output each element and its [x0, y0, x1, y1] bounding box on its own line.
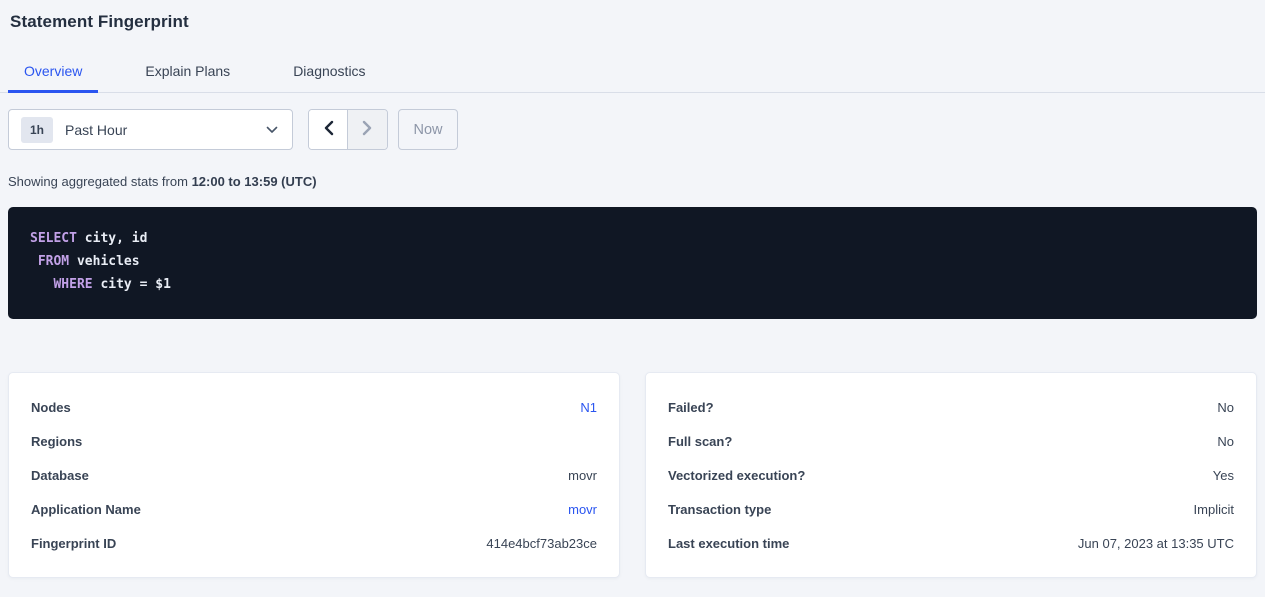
full-scan-value: No — [1217, 434, 1234, 449]
sql-keyword: SELECT — [30, 231, 77, 246]
stats-line-prefix: Showing aggregated stats from — [8, 174, 192, 189]
chevron-down-icon — [266, 126, 278, 134]
tab-bar: Overview Explain Plans Diagnostics — [0, 55, 1265, 93]
page-title: Statement Fingerprint — [10, 11, 1265, 33]
sql-keyword: FROM — [38, 254, 69, 269]
last-execution-time-value: Jun 07, 2023 at 13:35 UTC — [1078, 536, 1234, 551]
table-row: Transaction type Implicit — [668, 492, 1234, 526]
now-button[interactable]: Now — [398, 109, 458, 150]
tab-overview[interactable]: Overview — [8, 55, 98, 93]
application-name-label: Application Name — [31, 502, 141, 517]
regions-label: Regions — [31, 434, 82, 449]
time-range-label: Past Hour — [65, 122, 127, 138]
sql-line: SELECT city, id — [30, 227, 1235, 250]
table-row: Database movr — [31, 458, 597, 492]
tab-explain-plans[interactable]: Explain Plans — [129, 55, 246, 93]
sql-text: vehicles — [69, 254, 139, 269]
sql-text: city, id — [77, 231, 147, 246]
vectorized-execution-label: Vectorized execution? — [668, 468, 805, 483]
table-row: Application Name movr — [31, 492, 597, 526]
table-row: Full scan? No — [668, 424, 1234, 458]
summary-card-right: Failed? No Full scan? No Vectorized exec… — [645, 372, 1257, 578]
table-row: Nodes N1 — [31, 390, 597, 424]
sql-text: city = $1 — [93, 277, 171, 292]
stats-time-range: 12:00 to 13:59 (UTC) — [192, 174, 317, 189]
time-step-group — [308, 109, 388, 150]
failed-value: No — [1217, 400, 1234, 415]
sql-statement-box: SELECT city, id FROM vehicles WHERE city… — [8, 207, 1257, 319]
aggregated-stats-line: Showing aggregated stats from 12:00 to 1… — [8, 174, 1265, 190]
time-interval-badge: 1h — [21, 117, 53, 143]
table-row: Failed? No — [668, 390, 1234, 424]
sql-line: FROM vehicles — [30, 250, 1235, 273]
sql-line: WHERE city = $1 — [30, 273, 1235, 296]
time-controls: 1h Past Hour Now — [8, 109, 1265, 150]
application-name-link[interactable]: movr — [568, 502, 597, 517]
fingerprint-id-label: Fingerprint ID — [31, 536, 116, 551]
table-row: Regions — [31, 424, 597, 458]
nodes-label: Nodes — [31, 400, 71, 415]
summary-card-left: Nodes N1 Regions Database movr Applicati… — [8, 372, 620, 578]
database-label: Database — [31, 468, 89, 483]
chevron-right-icon — [362, 120, 373, 139]
chevron-left-icon — [323, 120, 334, 139]
prev-time-button[interactable] — [309, 110, 348, 149]
next-time-button[interactable] — [348, 110, 387, 149]
table-row: Vectorized execution? Yes — [668, 458, 1234, 492]
last-execution-time-label: Last execution time — [668, 536, 789, 551]
table-row: Last execution time Jun 07, 2023 at 13:3… — [668, 526, 1234, 560]
statement-fingerprint-page: Statement Fingerprint Overview Explain P… — [0, 11, 1265, 597]
summary-cards: Nodes N1 Regions Database movr Applicati… — [8, 372, 1257, 578]
table-row: Fingerprint ID 414e4bcf73ab23ce — [31, 526, 597, 560]
vectorized-execution-value: Yes — [1213, 468, 1234, 483]
tab-diagnostics[interactable]: Diagnostics — [277, 55, 381, 93]
nodes-value-link[interactable]: N1 — [580, 400, 597, 415]
transaction-type-label: Transaction type — [668, 502, 771, 517]
fingerprint-id-value: 414e4bcf73ab23ce — [486, 536, 597, 551]
failed-label: Failed? — [668, 400, 714, 415]
time-range-dropdown[interactable]: 1h Past Hour — [8, 109, 293, 150]
full-scan-label: Full scan? — [668, 434, 732, 449]
sql-keyword: WHERE — [53, 277, 92, 292]
transaction-type-value: Implicit — [1194, 502, 1234, 517]
database-value: movr — [568, 468, 597, 483]
